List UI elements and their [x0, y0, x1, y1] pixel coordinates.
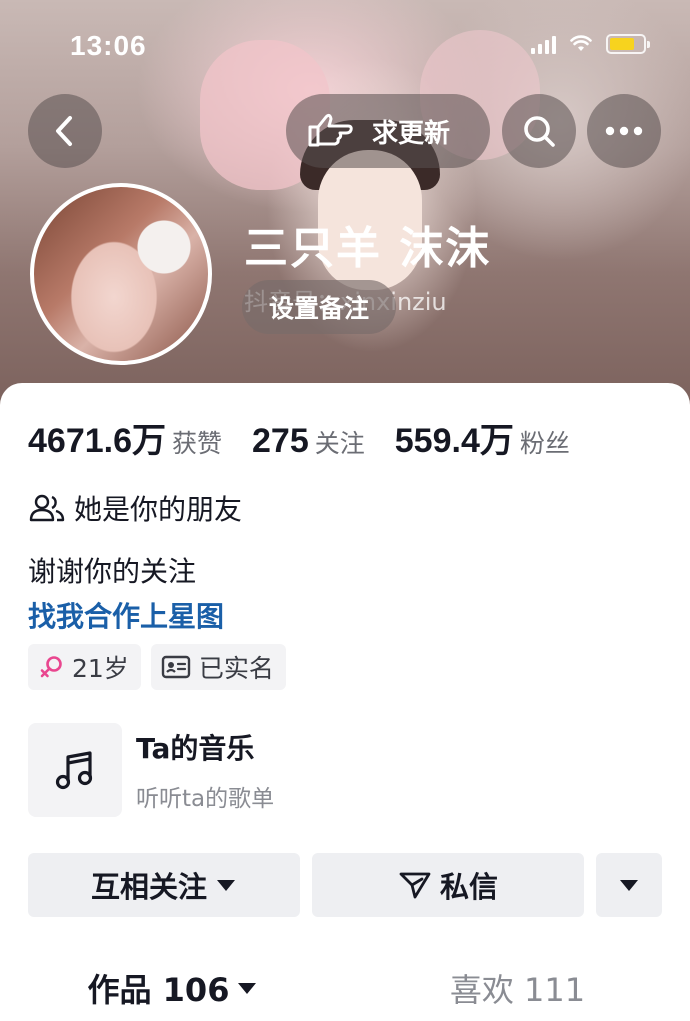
- age-tag: 21岁: [28, 644, 141, 690]
- friends-icon: [29, 494, 65, 522]
- urge-update-label: 求更新: [372, 118, 451, 149]
- caret-down-icon: [620, 880, 638, 891]
- verified-tag: 已实名: [150, 644, 286, 690]
- chevron-left-icon: [56, 116, 72, 146]
- tab-likes-label: 喜欢 111: [449, 971, 586, 1009]
- signal-icon: [531, 34, 556, 54]
- friend-indicator: 她是你的朋友: [28, 488, 242, 528]
- friend-text: 她是你的朋友: [74, 493, 243, 526]
- stat-label: 粉丝: [519, 429, 570, 458]
- mutual-follow-label: 互相关注: [90, 870, 207, 904]
- pointing-hand-icon: [308, 113, 353, 147]
- bio-signature: 谢谢你的关注: [28, 555, 197, 588]
- more-dots-icon: [605, 126, 643, 136]
- send-icon: [399, 872, 431, 899]
- stat-followers[interactable]: 559.4万 粉丝: [395, 413, 570, 462]
- urge-update-button[interactable]: 求更新: [286, 94, 490, 168]
- action-buttons: 互相关注 私信: [28, 853, 662, 917]
- stat-value: 4671.6万: [28, 422, 166, 460]
- music-title: Ta的音乐: [136, 732, 255, 765]
- music-entry[interactable]: Ta的音乐 听听ta的歌单: [28, 723, 274, 817]
- status-time: 13:06: [70, 30, 147, 61]
- music-cover: [28, 723, 122, 817]
- age-text: 21岁: [72, 654, 129, 683]
- nickname: 三只羊 沫沫: [244, 223, 492, 274]
- content-tabs: 作品 106 喜欢 111: [0, 955, 690, 1021]
- stat-label: 获赞: [172, 429, 223, 458]
- message-button[interactable]: 私信: [312, 853, 584, 917]
- id-card-icon: [161, 655, 191, 679]
- tab-works-label: 作品 106: [87, 971, 230, 1009]
- search-button[interactable]: [502, 94, 576, 168]
- caret-down-icon: [217, 880, 235, 891]
- stat-value: 559.4万: [394, 422, 514, 460]
- stat-value: 275: [252, 422, 309, 460]
- stats-row: 4671.6万 获赞 275 关注 559.4万 粉丝: [28, 413, 600, 462]
- business-cooperation-link[interactable]: 找我合作上星图: [28, 595, 224, 635]
- music-text: Ta的音乐 听听ta的歌单: [136, 727, 274, 813]
- status-icons: [531, 34, 650, 54]
- more-button[interactable]: [587, 94, 661, 168]
- stat-following[interactable]: 275 关注: [252, 422, 365, 461]
- verified-text: 已实名: [198, 654, 274, 683]
- back-button[interactable]: [28, 94, 102, 168]
- caret-down-icon: [238, 983, 257, 994]
- female-gender-icon: [40, 656, 62, 678]
- set-remark-button[interactable]: 设置备注: [242, 280, 396, 334]
- message-label: 私信: [439, 870, 498, 904]
- mutual-follow-button[interactable]: 互相关注: [28, 853, 300, 917]
- wifi-icon: [570, 35, 592, 51]
- search-icon: [524, 116, 555, 147]
- music-note-icon: [55, 751, 93, 790]
- profile-info-panel: 4671.6万 获赞 275 关注 559.4万 粉丝 她是你的朋友 谢谢你的关…: [0, 383, 690, 1021]
- tab-likes[interactable]: 喜欢 111: [345, 955, 690, 1021]
- battery-icon: [606, 34, 650, 54]
- profile-tags: 21岁 已实名: [28, 644, 286, 690]
- stat-label: 关注: [314, 429, 365, 458]
- tab-works[interactable]: 作品 106: [0, 955, 345, 1021]
- music-subtitle: 听听ta的歌单: [136, 786, 275, 812]
- avatar[interactable]: [30, 183, 212, 365]
- more-actions-button[interactable]: [596, 853, 662, 917]
- stat-likes: 4671.6万 获赞: [28, 413, 222, 462]
- profile-cover: 13:06 求更新 三只羊 沫沫 抖: [0, 0, 690, 420]
